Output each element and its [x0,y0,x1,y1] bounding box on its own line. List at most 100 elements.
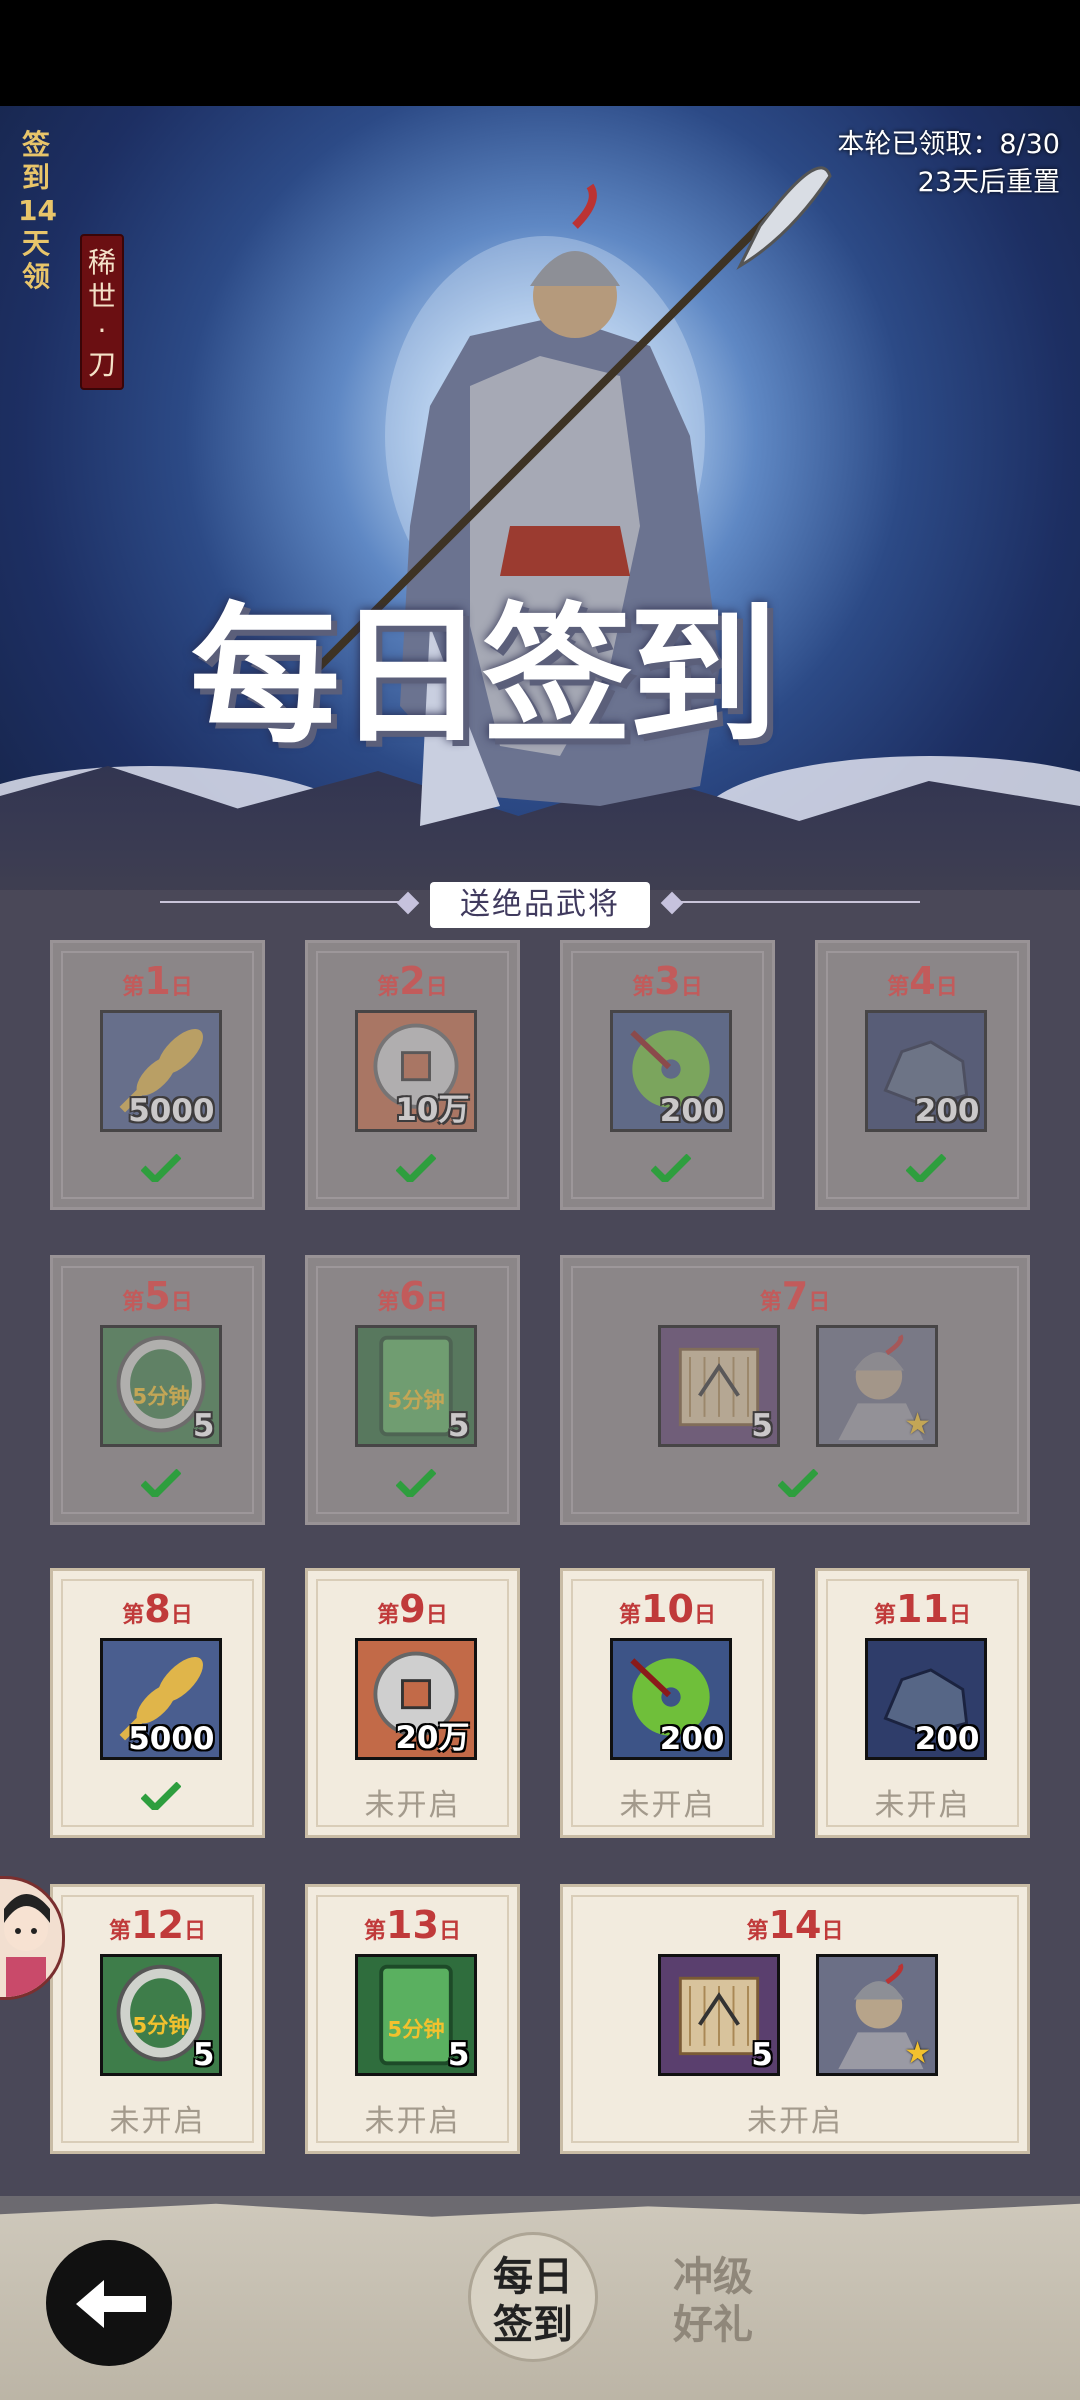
day-card-9[interactable]: 第9日 20万 未开启 [305,1568,520,1838]
speedup-card-icon[interactable]: 5分钟 5 [354,1325,477,1447]
day-number: 1 [144,959,171,1003]
day-number: 10 [641,1587,694,1631]
locked-label: 未开启 [364,2104,461,2139]
item-quantity: 5 [447,2037,470,2073]
tab-label: 好礼 [673,2301,753,2348]
day-card-5[interactable]: 第5日 5分钟 5 [50,1255,265,1525]
day-card-12[interactable]: 第12日 5分钟 5 未开启 [50,1884,265,2154]
speedup-token-icon[interactable]: 5分钟 5 [99,1954,222,2076]
day-label: 第12日 [53,1903,262,1947]
day-suffix: 日 [693,1603,716,1628]
day-card-11[interactable]: 第11日 200 未开启 [815,1568,1030,1838]
item-quantity: 10万 [395,1092,470,1128]
check-icon [140,1153,181,1185]
day-suffix: 日 [425,1290,448,1315]
tab-level-up-gift[interactable]: 冲级 好礼 [660,2253,766,2349]
day-label: 第5日 [53,1274,262,1318]
jade-disc-icon[interactable]: 200 [609,1010,732,1132]
reset-countdown-text: 23天后重置 [917,167,1060,198]
day-card-13[interactable]: 第13日 5分钟 5 未开启 [305,1884,520,2154]
day-label: 第2日 [308,959,517,1003]
day-suffix: 日 [808,1290,831,1315]
day-prefix: 第 [632,975,655,1000]
item-overlay-label: 5分钟 [132,2012,189,2038]
jade-disc-icon[interactable]: 200 [609,1638,732,1760]
speedup-card-icon[interactable]: 5分钟 5 [354,1954,477,2076]
round-claimed-text: 本轮已领取：8/30 [837,129,1060,160]
day-prefix: 第 [122,1603,145,1628]
day-suffix: 日 [425,1603,448,1628]
day-prefix: 第 [377,1290,400,1315]
day-label: 第8日 [53,1587,262,1631]
day-card-14[interactable]: 第14日 5 ★ 未开启 [560,1884,1030,2154]
item-overlay-label: 5分钟 [387,2016,444,2042]
locked-label: 未开启 [747,2104,843,2139]
day-number: 13 [386,1903,439,1947]
general-portrait-icon[interactable]: ★ [816,1954,938,2076]
day-number: 12 [131,1903,184,1947]
scroll-icon[interactable]: 5 [658,1325,780,1447]
day-label: 第11日 [818,1587,1027,1631]
day-label: 第10日 [563,1587,772,1631]
day-card-8[interactable]: 第8日 5000 [50,1568,265,1838]
day-prefix: 第 [874,1603,897,1628]
day-label: 第1日 [53,959,262,1003]
locked-label: 未开启 [109,2104,206,2139]
tab-daily-sign-in[interactable]: 每日 签到 [480,2253,586,2349]
day-card-4[interactable]: 第4日 200 [815,940,1030,1210]
check-icon [140,1781,181,1813]
day-suffix: 日 [183,1919,206,1944]
day-prefix: 第 [746,1919,769,1944]
day-label: 第14日 [563,1903,1027,1947]
item-quantity: 5 [751,1408,773,1444]
day-label: 第9日 [308,1587,517,1631]
day-card-6[interactable]: 第6日 5分钟 5 [305,1255,520,1525]
coin-icon[interactable]: 20万 [354,1638,477,1760]
day-card-2[interactable]: 第2日 10万 [305,940,520,1210]
hero-banner: 签 到 14 天 领 稀 世 · 刀 本轮已领取：8/30 23天后重置 [0,106,1080,946]
day-number: 3 [654,959,681,1003]
day-suffix: 日 [948,1603,971,1628]
coin-icon[interactable]: 10万 [354,1010,477,1132]
star-icon: ★ [904,2036,931,2071]
day-label: 第4日 [818,959,1027,1003]
page-title: 每日签到 [190,588,778,764]
item-quantity: 5000 [128,1721,215,1757]
day-number: 9 [399,1587,426,1631]
tab-label: 每日 [493,2253,573,2300]
speedup-token-icon[interactable]: 5分钟 5 [99,1325,222,1447]
wheat-icon[interactable]: 5000 [99,1010,222,1132]
general-portrait-icon[interactable]: ★ [816,1325,938,1447]
day-prefix: 第 [122,975,145,1000]
ore-icon[interactable]: 200 [864,1010,987,1132]
day-suffix: 日 [935,975,958,1000]
day-card-3[interactable]: 第3日 200 [560,940,775,1210]
day-label: 第7日 [563,1274,1027,1318]
wheat-icon[interactable]: 5000 [99,1638,222,1760]
day-label: 第13日 [308,1903,517,1947]
day-label: 第6日 [308,1274,517,1318]
item-overlay-label: 5分钟 [387,1387,444,1413]
item-quantity: 5 [447,1408,470,1444]
day-prefix: 第 [619,1603,642,1628]
rare-blade-badge[interactable]: 稀 世 · 刀 [80,234,124,390]
day-number: 11 [896,1587,949,1631]
ore-icon[interactable]: 200 [864,1638,987,1760]
star-icon: ★ [904,1407,931,1442]
day-card-10[interactable]: 第10日 200 未开启 [560,1568,775,1838]
day-prefix: 第 [887,975,910,1000]
day-suffix: 日 [680,975,703,1000]
check-icon [650,1153,691,1185]
item-quantity: 5 [751,2037,773,2073]
day-prefix: 第 [364,1919,387,1944]
day-label: 第3日 [563,959,772,1003]
day-prefix: 第 [759,1290,782,1315]
day-prefix: 第 [377,1603,400,1628]
day-suffix: 日 [438,1919,461,1944]
day-prefix: 第 [122,1290,145,1315]
day-card-7[interactable]: 第7日 5 ★ [560,1255,1030,1525]
scroll-icon[interactable]: 5 [658,1954,780,2076]
day-card-1[interactable]: 第1日 5000 [50,940,265,1210]
back-button[interactable] [46,2240,172,2366]
locked-label: 未开启 [619,1788,716,1823]
